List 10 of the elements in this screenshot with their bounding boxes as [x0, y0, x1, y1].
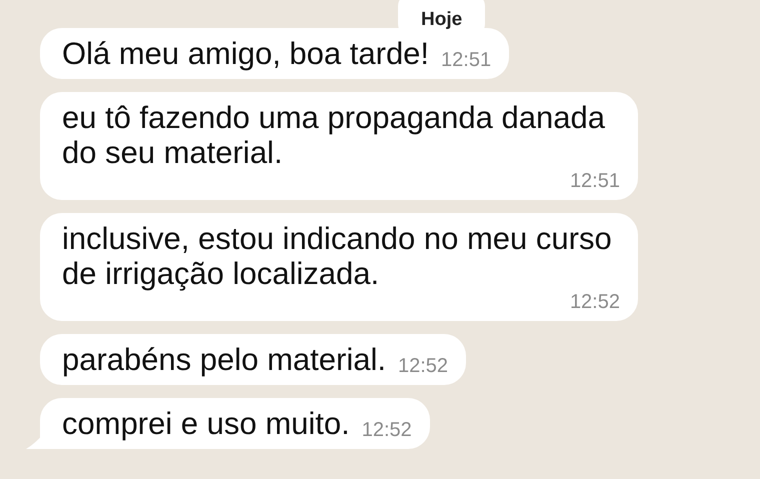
message-text: eu tô fazendo uma propaganda danada do seu material. — [62, 100, 606, 170]
message-text: inclusive, estou indicando no meu curso de irrigação localizada. — [62, 221, 613, 291]
message-text: Olá meu amigo, boa tarde! — [62, 36, 430, 71]
message-time: 12:52 — [362, 419, 412, 441]
message-time: 12:52 — [570, 291, 620, 313]
message-time: 12:51 — [570, 170, 620, 192]
message-text: parabéns pelo material. — [62, 342, 386, 377]
message-time: 12:52 — [398, 355, 448, 377]
message-text: comprei e uso muito. — [62, 406, 350, 441]
message-time: 12:51 — [441, 49, 492, 71]
